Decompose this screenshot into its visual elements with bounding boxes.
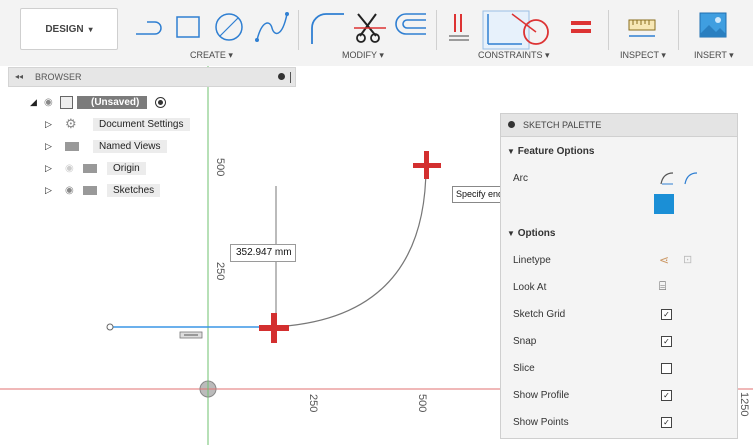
start-point-marker <box>259 313 289 343</box>
gear-icon: ⚙ <box>65 116 77 131</box>
feature-options-section[interactable]: ▼ Feature Options <box>507 146 594 157</box>
show-points-label: Show Points <box>513 417 569 428</box>
browser-item-named-views[interactable]: ▷ Named Views <box>45 137 167 155</box>
sketch-palette: SKETCH PALETTE ▼ Feature Options Arc ▼ O… <box>500 113 738 439</box>
palette-collapse-icon[interactable] <box>508 121 515 128</box>
options-section[interactable]: ▼ Options <box>507 228 555 239</box>
browser-item-document-settings[interactable]: ▷ ⚙ Document Settings <box>45 115 190 133</box>
browser-header: ◂◂ BROWSER <box>8 67 296 87</box>
snap-label: Snap <box>513 336 537 347</box>
browser-item-label: Named Views <box>93 139 167 153</box>
section-collapse-icon: ▼ <box>507 229 515 238</box>
slice-checkbox[interactable] <box>661 363 672 374</box>
linetype-label: Linetype <box>513 255 551 266</box>
axis-label-x-500: 500 <box>416 394 428 413</box>
construction-linetype-icon[interactable]: ⋖ <box>659 253 669 267</box>
dimension-input[interactable]: 352.947 mm <box>230 244 296 262</box>
center-point-arc-icon[interactable] <box>654 194 674 214</box>
slice-label: Slice <box>513 363 535 374</box>
end-point-marker <box>413 151 441 179</box>
folder-icon <box>65 141 79 151</box>
show-points-checkbox[interactable]: ✓ <box>661 417 672 428</box>
options-label: Options <box>517 228 556 239</box>
section-collapse-icon: ▼ <box>507 147 515 156</box>
arc-option-label: Arc <box>513 173 528 184</box>
component-icon <box>60 95 73 109</box>
browser-item-label: Document Settings <box>93 117 190 131</box>
browser-item-origin[interactable]: ▷ ◉ Origin <box>45 159 146 177</box>
tangent-arc-icon[interactable] <box>683 170 699 186</box>
expand-arrow-icon[interactable]: ▷ <box>45 119 65 130</box>
visibility-eye-icon[interactable]: ◉ <box>65 163 83 174</box>
browser-item-label: Origin <box>107 161 146 175</box>
sketch-grid-checkbox[interactable]: ✓ <box>661 309 672 320</box>
centerline-linetype-icon[interactable]: ⊡ <box>683 253 692 266</box>
expand-arrow-icon[interactable]: ▷ <box>45 163 65 174</box>
browser-item-label: Sketches <box>107 183 161 197</box>
browser-panel: ◂◂ BROWSER ◢ ◉ (Unsaved) ▷ ⚙ Document Se… <box>8 67 296 198</box>
show-profile-checkbox[interactable]: ✓ <box>661 390 672 401</box>
line-start-point <box>106 323 114 331</box>
expand-arrow-icon[interactable]: ▷ <box>45 141 65 152</box>
visibility-eye-icon[interactable]: ◉ <box>44 97 60 108</box>
snap-checkbox[interactable]: ✓ <box>661 336 672 347</box>
collapse-arrow-icon[interactable]: ◢ <box>30 97 44 108</box>
sketch-grid-label: Sketch Grid <box>513 309 566 320</box>
sketch-palette-title: SKETCH PALETTE <box>523 120 602 130</box>
folder-icon <box>83 185 97 195</box>
panel-resize-handle[interactable] <box>290 72 291 83</box>
axis-label-x-250: 250 <box>307 394 319 413</box>
look-at-label: Look At <box>513 282 547 293</box>
three-point-arc-icon[interactable] <box>659 170 675 186</box>
root-component-label[interactable]: (Unsaved) <box>77 95 148 109</box>
activate-radio-icon[interactable] <box>155 96 167 108</box>
look-at-icon[interactable]: ⌸ <box>659 279 666 294</box>
pin-icon[interactable] <box>278 73 285 80</box>
visibility-eye-icon[interactable]: ◉ <box>65 185 83 196</box>
sketch-palette-header[interactable]: SKETCH PALETTE <box>501 114 737 137</box>
horizontal-constraint-glyph <box>179 331 203 339</box>
browser-title: BROWSER <box>35 72 82 82</box>
expand-arrow-icon[interactable]: ▷ <box>45 185 65 196</box>
folder-icon <box>83 163 97 173</box>
browser-item-sketches[interactable]: ▷ ◉ Sketches <box>45 181 161 199</box>
browser-root-row[interactable]: ◢ ◉ (Unsaved) <box>30 93 167 111</box>
axis-label-y-250: 250 <box>214 262 226 281</box>
origin-icon <box>199 380 217 398</box>
collapse-panel-icon[interactable]: ◂◂ <box>15 72 23 81</box>
axis-label-x-1250: 1250 <box>738 392 750 417</box>
show-profile-label: Show Profile <box>513 390 570 401</box>
feature-options-label: Feature Options <box>517 146 595 157</box>
